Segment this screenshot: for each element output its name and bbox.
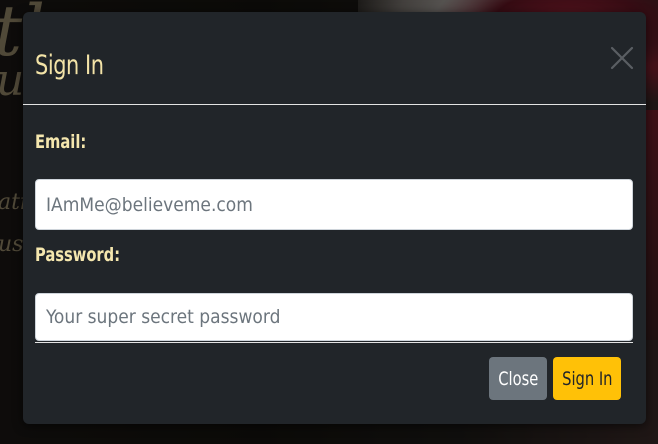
sign-in-button-label: Sign In — [561, 367, 613, 390]
password-label: Password: — [35, 244, 121, 266]
sign-in-modal: Sign In Email: Password: Close Sign In — [23, 12, 646, 424]
close-button-label: Close — [497, 367, 539, 390]
modal-title: Sign In — [35, 50, 104, 81]
sign-in-button[interactable]: Sign In — [553, 357, 621, 400]
close-button[interactable]: Close — [489, 357, 547, 400]
email-input[interactable] — [35, 179, 633, 230]
modal-footer: Close Sign In — [35, 342, 633, 425]
password-input[interactable] — [35, 293, 633, 341]
close-x-icon[interactable] — [610, 46, 634, 70]
email-label: Email: — [35, 131, 87, 153]
modal-header: Sign In — [23, 12, 646, 105]
